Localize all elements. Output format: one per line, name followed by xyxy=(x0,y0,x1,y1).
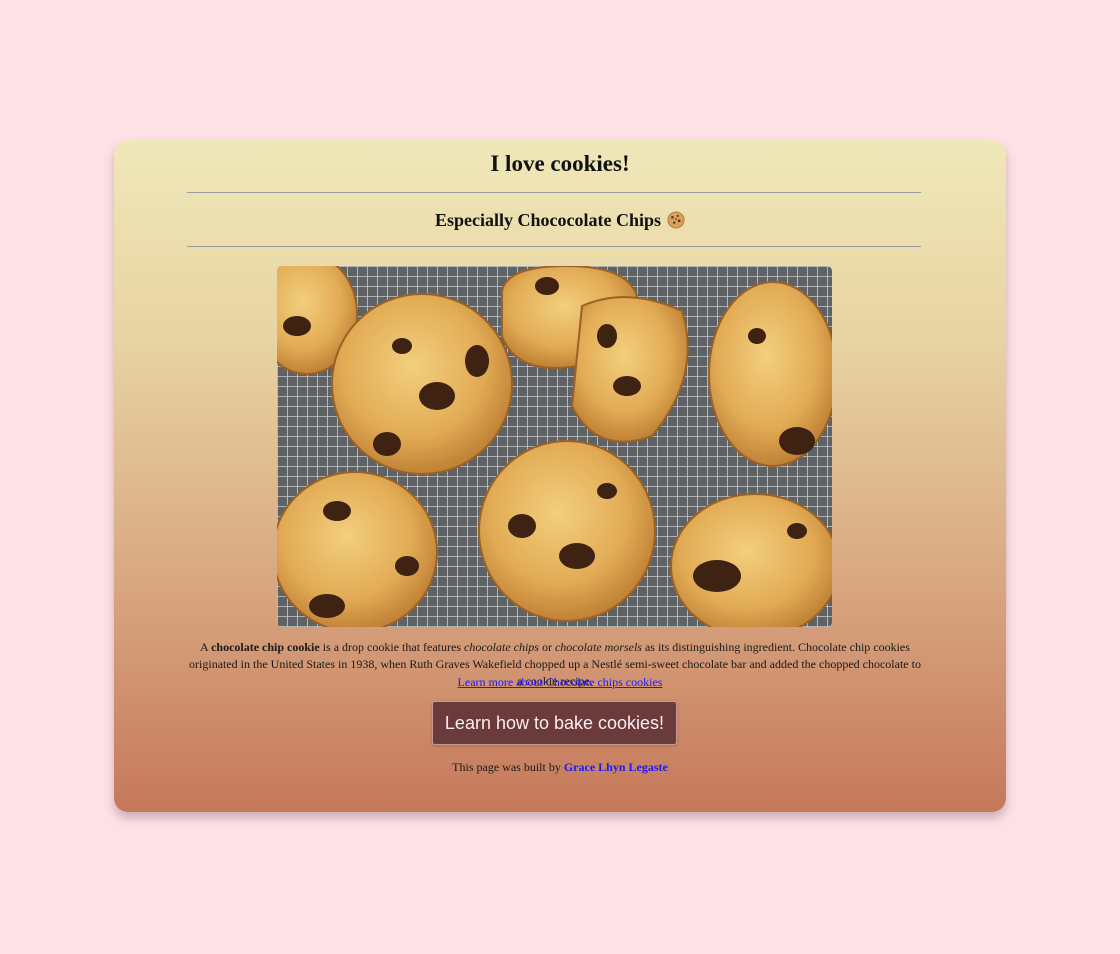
learn-more-container: Learn more about Chocolate chips cookies xyxy=(114,674,1006,691)
desc-prefix: A xyxy=(200,640,212,654)
page-title: I love cookies! xyxy=(490,151,630,176)
desc-mid1: is a drop cookie that features xyxy=(319,640,464,654)
divider-bottom xyxy=(187,246,921,247)
learn-more-link[interactable]: Learn more about Chocolate chips cookies xyxy=(458,675,663,689)
desc-term: chocolate chip cookie xyxy=(211,640,320,654)
content-card: I love cookies! Especially Chococolate C… xyxy=(114,140,1006,812)
desc-mid2: or xyxy=(538,640,555,654)
bake-cookies-button[interactable]: Learn how to bake cookies! xyxy=(432,701,677,745)
desc-em2: chocolate morsels xyxy=(554,640,642,654)
cookies-photo xyxy=(277,266,832,627)
credit-prefix: This page was built by xyxy=(452,760,564,774)
author-link[interactable]: Grace Lhyn Legaste xyxy=(564,760,668,774)
page-subtitle: Especially Chococolate Chips xyxy=(114,208,1006,232)
cookie-icon xyxy=(667,211,685,229)
desc-em1: chocolate chips xyxy=(464,640,539,654)
footer-credit: This page was built by Grace Lhyn Legast… xyxy=(114,759,1006,776)
divider-top xyxy=(187,192,921,193)
subtitle-text: Especially Chococolate Chips xyxy=(434,210,661,230)
